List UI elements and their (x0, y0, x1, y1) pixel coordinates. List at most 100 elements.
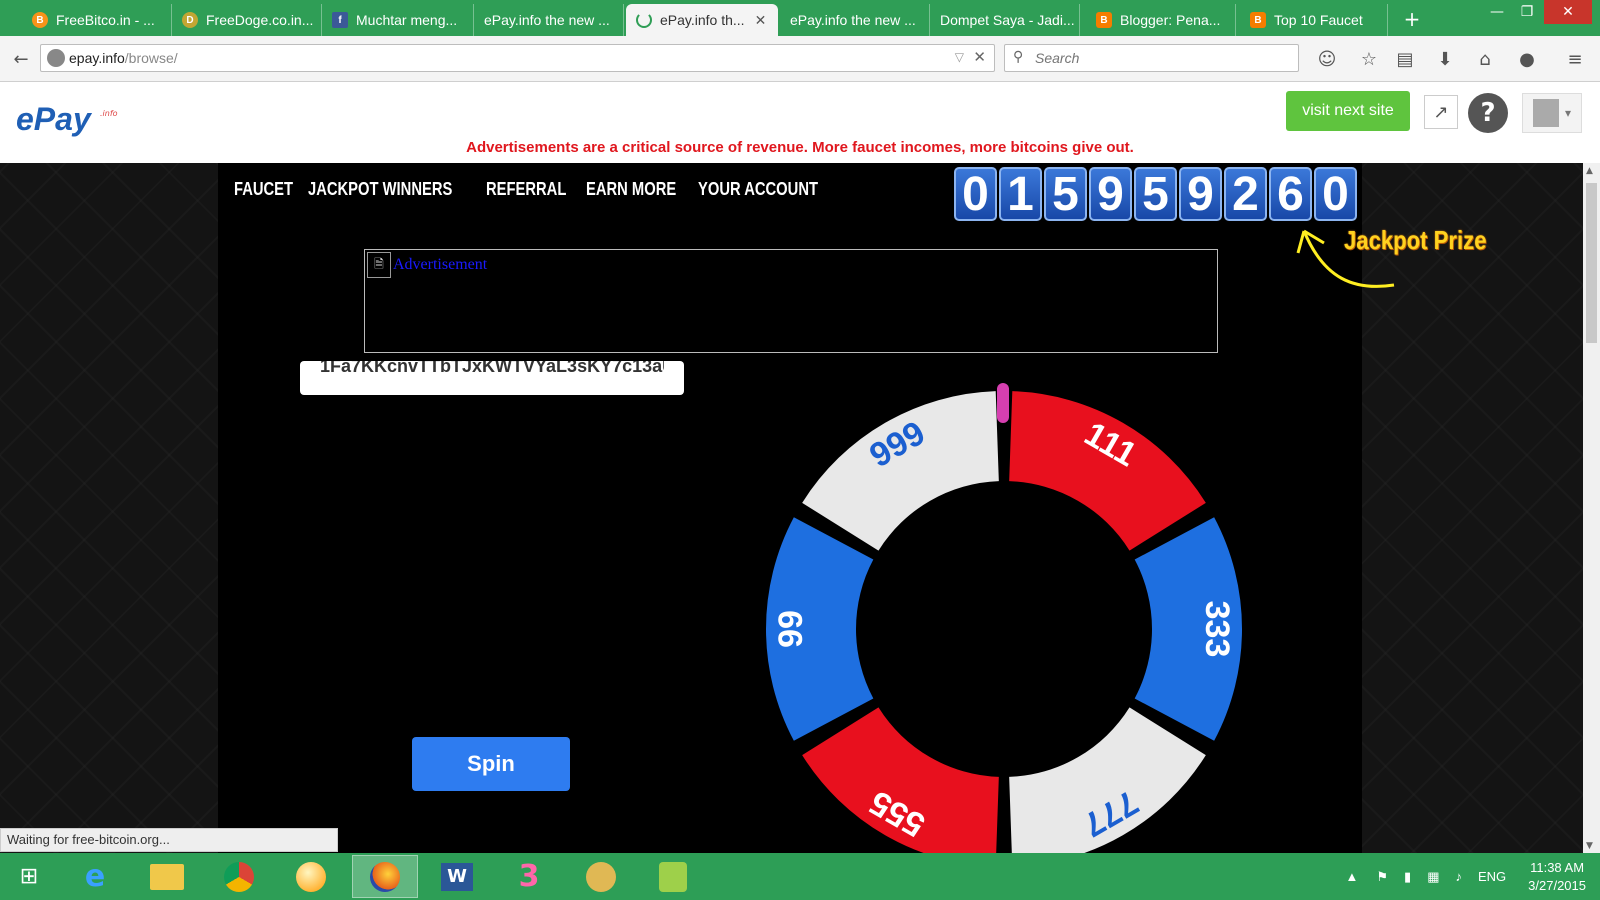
reading-list-icon[interactable]: ▤ (1392, 46, 1418, 72)
scroll-thumb[interactable] (1586, 183, 1597, 343)
menu-referral[interactable]: REFERRAL (486, 179, 566, 200)
spin-button[interactable]: Spin (412, 737, 570, 791)
tab-label: Blogger: Pena... (1120, 12, 1221, 28)
back-arrow-icon[interactable]: ← (8, 46, 34, 72)
addon-icon[interactable]: ☺ (1314, 46, 1340, 72)
menu-your-account[interactable]: YOUR ACCOUNT (698, 179, 818, 200)
system-tray: ▲ ⚑ ▮ ▦ ♪ ENG 11:38 AM 3/27/2015 (1336, 853, 1600, 900)
internet-explorer-icon[interactable]: e (62, 855, 128, 898)
user-avatar-menu[interactable]: ▾ (1522, 93, 1582, 133)
vertical-scrollbar[interactable]: ▲ ▼ (1583, 163, 1600, 853)
green-app-icon[interactable] (640, 855, 706, 898)
page-background: FAUCET JACKPOT WINNERS REFERRAL EARN MOR… (0, 163, 1583, 853)
tab-label: FreeBitco.in - ... (56, 12, 155, 28)
language-indicator[interactable]: ENG (1478, 869, 1506, 884)
broken-image-icon: 🗎 (367, 252, 391, 278)
power-icon[interactable]: ▮ (1404, 869, 1411, 885)
site-menu: FAUCET JACKPOT WINNERS REFERRAL EARN MOR… (234, 179, 818, 200)
doge-icon: D (182, 12, 198, 28)
site-logo[interactable]: ePay (16, 101, 91, 138)
firefox-icon[interactable] (352, 855, 418, 898)
minimize-button[interactable]: — (1482, 0, 1512, 24)
tab-label: Top 10 Faucet (1274, 12, 1363, 28)
file-explorer-icon[interactable] (134, 855, 200, 898)
word-icon[interactable]: W (424, 855, 490, 898)
new-tab-button[interactable]: + (1396, 4, 1428, 34)
windows-start-icon[interactable]: ⊞ (0, 855, 58, 898)
site-header: ePay .info visit next site ↗ ? ▾ Adverti… (0, 83, 1600, 163)
tab-label: Muchtar meng... (356, 12, 458, 28)
visit-next-site-button[interactable]: visit next site (1286, 91, 1410, 131)
home-icon[interactable]: ⌂ (1472, 46, 1498, 72)
tab-epay-2[interactable]: ePay.info the new ... (780, 4, 930, 36)
bitcoin-address-field[interactable] (300, 361, 684, 395)
tab-label: ePay.info the new ... (484, 12, 610, 28)
blogger-icon: B (1096, 12, 1112, 28)
tab-epay-active[interactable]: ePay.info th... ✕ (626, 4, 778, 36)
tab-freedoge[interactable]: D FreeDoge.co.in... (172, 4, 322, 36)
tab-epay-1[interactable]: ePay.info the new ... (474, 4, 624, 36)
advertisement-link[interactable]: Advertisement (393, 256, 487, 274)
app-3-icon[interactable]: 3 (496, 855, 562, 898)
menu-jackpot-winners[interactable]: JACKPOT WINNERS (308, 179, 452, 200)
orange-ball-icon[interactable] (278, 855, 344, 898)
chat-icon[interactable]: ● (1514, 46, 1540, 72)
tab-dompet[interactable]: Dompet Saya - Jadi... (930, 4, 1080, 36)
search-input[interactable] (1033, 45, 1293, 71)
search-box[interactable]: ⚲ (1004, 44, 1299, 72)
jackpot-digit: 9 (1179, 167, 1222, 221)
bitcoin-address-input[interactable] (300, 361, 684, 383)
advertisement-box[interactable]: 🗎 Advertisement (364, 249, 1218, 353)
scroll-up-icon[interactable]: ▲ (1586, 166, 1593, 176)
tab-bar: B FreeBitco.in - ... D FreeDoge.co.in... f… (0, 0, 1600, 36)
clock[interactable]: 11:38 AM 3/27/2015 (1528, 859, 1586, 895)
navigation-bar: ← epay.info/browse/ ▽ ✕ ⚲ ☺ ☆ ▤ ⬇ ⌂ ● ≡ (0, 36, 1600, 82)
tray-expand-icon[interactable]: ▲ (1346, 869, 1359, 884)
close-tab-icon[interactable]: ✕ (755, 12, 767, 29)
menu-earn-more[interactable]: EARN MORE (586, 179, 676, 200)
tab-blogger[interactable]: B Blogger: Pena... (1086, 4, 1236, 36)
avatar-icon (1532, 99, 1559, 127)
tab-facebook[interactable]: f Muchtar meng... (322, 4, 474, 36)
chevron-down-icon: ▾ (1564, 106, 1572, 120)
menu-faucet[interactable]: FAUCET (234, 179, 293, 200)
search-icon: ⚲ (1013, 49, 1024, 65)
flag-icon[interactable]: ⚑ (1376, 869, 1388, 885)
jackpot-digit: 2 (1224, 167, 1267, 221)
jackpot-digit: 0 (1314, 167, 1357, 221)
tab-label: Dompet Saya - Jadi... (940, 12, 1075, 28)
network-icon[interactable]: ▦ (1427, 869, 1439, 885)
doge-app-icon[interactable] (568, 855, 634, 898)
external-link-icon[interactable]: ↗ (1424, 95, 1458, 129)
ad-notice: Advertisements are a critical source of … (466, 139, 1134, 156)
dropdown-arrow-icon[interactable]: ▽ (955, 50, 964, 64)
windows-taskbar: ⊞ e W 3 ▲ ⚑ ▮ ▦ ♪ ENG 11:38 AM 3/27/2015 (0, 853, 1600, 900)
jackpot-prize-label: Jackpot Prize (1344, 225, 1487, 255)
url-text: epay.info/browse/ (69, 50, 178, 66)
loading-icon (636, 12, 652, 28)
facebook-icon: f (332, 12, 348, 28)
scroll-down-icon[interactable]: ▼ (1586, 841, 1593, 851)
jackpot-digit: 9 (1089, 167, 1132, 221)
menu-icon[interactable]: ≡ (1562, 46, 1588, 72)
restore-button[interactable]: ❐ (1512, 0, 1542, 24)
wheel-segment (802, 391, 999, 551)
close-window-button[interactable]: ✕ (1544, 0, 1592, 24)
jackpot-digit: 5 (1134, 167, 1177, 221)
download-icon[interactable]: ⬇ (1432, 46, 1458, 72)
url-bar[interactable]: epay.info/browse/ ▽ ✕ (40, 44, 995, 72)
tab-freebitco[interactable]: B FreeBitco.in - ... (22, 4, 172, 36)
tab-label: ePay.info the new ... (790, 12, 916, 28)
bookmark-star-icon[interactable]: ☆ (1356, 46, 1382, 72)
chrome-icon[interactable] (206, 855, 272, 898)
jackpot-digit: 6 (1269, 167, 1312, 221)
tab-top10[interactable]: B Top 10 Faucet (1240, 4, 1388, 36)
volume-icon[interactable]: ♪ (1455, 869, 1462, 884)
help-icon[interactable]: ? (1468, 93, 1508, 133)
jackpot-counter: 0 1 5 9 5 9 2 6 0 (954, 167, 1357, 221)
wheel-pointer-icon (997, 383, 1009, 423)
stop-icon[interactable]: ✕ (973, 48, 986, 66)
bitcoin-icon: B (32, 12, 48, 28)
jackpot-wheel: 999 11133377755599 (766, 383, 1242, 853)
logo-subtext: .info (100, 109, 118, 118)
